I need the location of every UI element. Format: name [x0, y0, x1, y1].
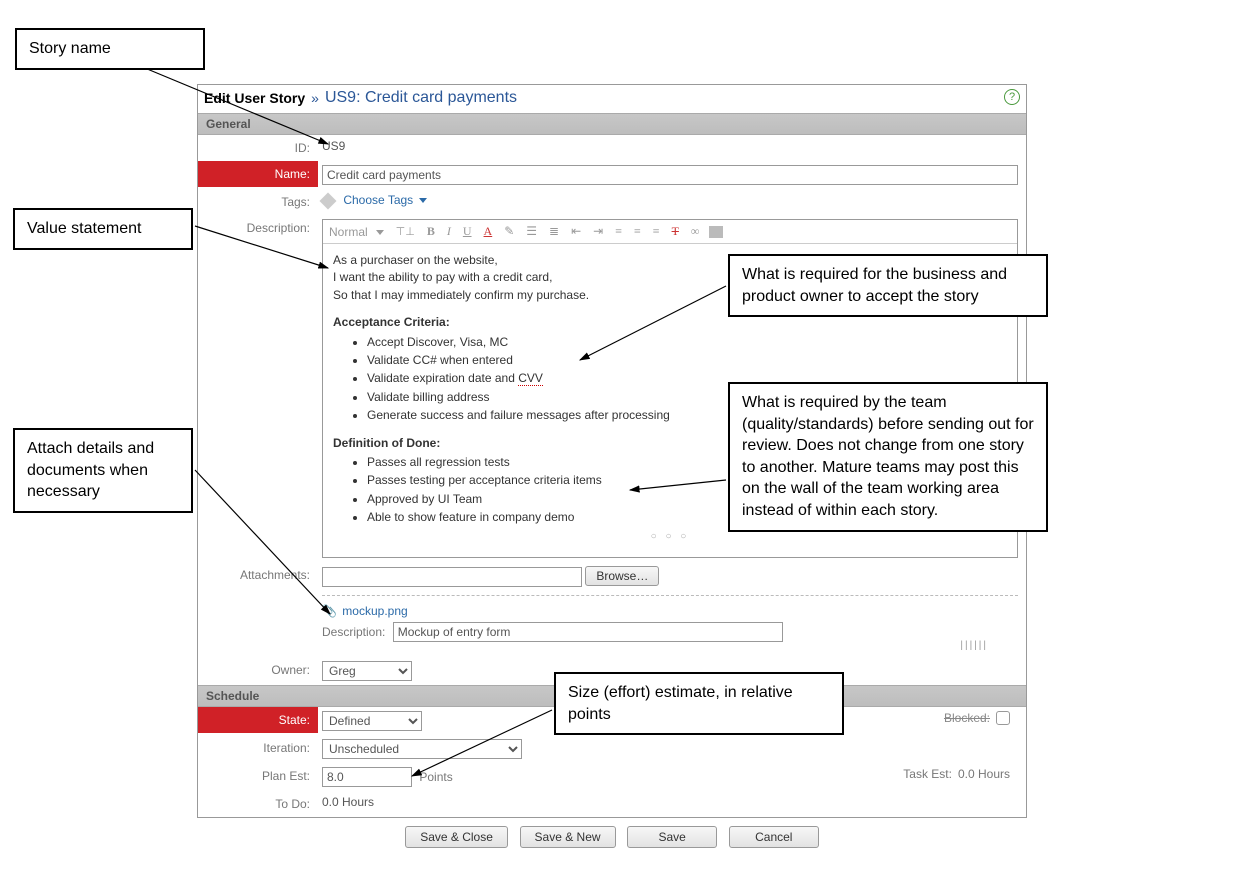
- attachment-desc-input[interactable]: [393, 622, 783, 642]
- image-button[interactable]: [709, 226, 723, 238]
- label-iteration: Iteration:: [198, 735, 318, 761]
- align-center-button[interactable]: ≡: [632, 224, 643, 239]
- page-title: US9: Credit card payments: [325, 89, 517, 107]
- list-item: Validate CC# when entered: [367, 352, 1007, 369]
- label-task-est: Task Est:: [903, 767, 952, 781]
- label-tags: Tags:: [198, 189, 318, 215]
- tag-icon: [320, 192, 337, 209]
- row-attachments: Attachments: Browse… 📎 mockup.png Descri…: [198, 562, 1026, 657]
- choose-tags-link[interactable]: Choose Tags: [343, 193, 426, 207]
- label-plan-est: Plan Est:: [198, 763, 318, 789]
- bold-button[interactable]: B: [425, 224, 437, 239]
- label-to-do: To Do:: [198, 791, 318, 817]
- highlight-button[interactable]: ✎: [502, 224, 516, 239]
- plan-est-unit: Points: [419, 770, 452, 784]
- unordered-list-button[interactable]: ≣: [547, 224, 561, 239]
- underline-button[interactable]: U: [461, 224, 474, 239]
- clear-format-button[interactable]: T: [670, 224, 681, 239]
- iteration-select[interactable]: Unscheduled: [322, 739, 522, 759]
- save-button[interactable]: Save: [627, 826, 717, 848]
- save-close-button[interactable]: Save & Close: [405, 826, 508, 848]
- value-id: US9: [318, 135, 1026, 157]
- save-new-button[interactable]: Save & New: [520, 826, 616, 848]
- link-button[interactable]: ∞: [689, 224, 702, 239]
- italic-button[interactable]: I: [445, 224, 453, 239]
- row-tags: Tags: Choose Tags: [198, 189, 1026, 215]
- label-name: Name:: [198, 161, 318, 187]
- choose-tags-label: Choose Tags: [343, 193, 413, 207]
- row-plan-est: Plan Est: Points Task Est: 0.0 Hours: [198, 763, 1026, 791]
- panel-header: Edit User Story » US9: Credit card payme…: [198, 85, 1026, 113]
- row-id: ID: US9: [198, 135, 1026, 161]
- editor-toolbar: Normal ⊤⊥ B I U A ✎ ☰ ≣ ⇤ ⇥ ≡ ≡ ≡ T ∞: [323, 220, 1017, 244]
- section-general: General: [198, 113, 1026, 135]
- align-left-button[interactable]: ≡: [613, 224, 624, 239]
- resize-handle-icon[interactable]: ○ ○ ○: [333, 530, 1007, 545]
- value-to-do: 0.0 Hours: [318, 791, 1026, 813]
- font-color-button[interactable]: A: [482, 224, 495, 239]
- owner-select[interactable]: Greg: [322, 661, 412, 681]
- label-blocked: Blocked:: [944, 711, 990, 725]
- breadcrumb-separator: »: [311, 90, 319, 106]
- attachment-path-input[interactable]: [322, 567, 582, 587]
- row-to-do: To Do: 0.0 Hours: [198, 791, 1026, 817]
- edit-label: Edit User Story: [204, 90, 305, 106]
- separator: [322, 595, 1018, 596]
- label-attach-desc: Description:: [322, 625, 385, 639]
- button-bar: Save & Close Save & New Save Cancel: [197, 826, 1027, 848]
- editor-style-select[interactable]: Normal: [329, 225, 386, 239]
- attachment-link[interactable]: mockup.png: [342, 604, 407, 618]
- list-item: Accept Discover, Visa, MC: [367, 334, 1007, 351]
- callout-attach: Attach details and documents when necess…: [13, 428, 193, 513]
- state-select[interactable]: Defined: [322, 711, 422, 731]
- callout-size: Size (effort) estimate, in relative poin…: [554, 672, 844, 735]
- value-task-est: 0.0 Hours: [958, 767, 1010, 781]
- outdent-button[interactable]: ⇤: [569, 224, 583, 239]
- callout-dod: What is required by the team (quality/st…: [728, 382, 1048, 532]
- cancel-button[interactable]: Cancel: [729, 826, 819, 848]
- callout-story-name: Story name: [15, 28, 205, 70]
- row-name: Name:: [198, 161, 1026, 189]
- name-input[interactable]: [322, 165, 1018, 185]
- paperclip-icon: 📎: [322, 604, 337, 618]
- blocked-checkbox[interactable]: [996, 711, 1010, 725]
- callout-value-stmt: Value statement: [13, 208, 193, 250]
- label-id: ID:: [198, 135, 318, 161]
- callout-accept: What is required for the business and pr…: [728, 254, 1048, 317]
- ordered-list-button[interactable]: ☰: [524, 224, 539, 239]
- label-owner: Owner:: [198, 657, 318, 683]
- label-attachments: Attachments:: [198, 562, 318, 588]
- browse-button[interactable]: Browse…: [585, 566, 659, 586]
- label-state: State:: [198, 707, 318, 733]
- help-icon[interactable]: ?: [1004, 89, 1020, 105]
- font-size-icon[interactable]: ⊤⊥: [394, 225, 417, 238]
- plan-est-input[interactable]: [322, 767, 412, 787]
- chevron-down-icon: [419, 198, 427, 203]
- indent-button[interactable]: ⇥: [591, 224, 605, 239]
- label-description: Description:: [198, 215, 318, 241]
- align-right-button[interactable]: ≡: [651, 224, 662, 239]
- row-iteration: Iteration: Unscheduled: [198, 735, 1026, 763]
